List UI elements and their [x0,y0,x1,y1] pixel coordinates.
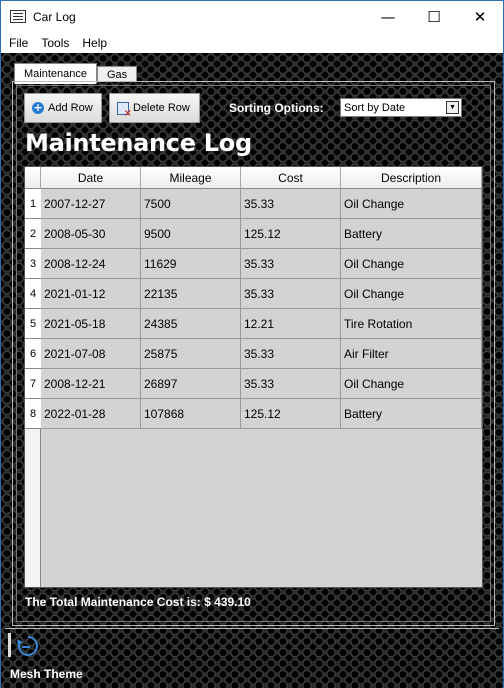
add-icon: + [32,101,44,114]
title-bar[interactable]: Car Log — ☐ ✕ [1,1,503,32]
sort-select[interactable]: Sort by Date ▼ [340,98,462,117]
delete-icon [117,101,132,119]
close-button[interactable]: ✕ [457,1,503,32]
cell-description[interactable]: Battery [341,219,482,249]
cell-cost[interactable]: 35.33 [241,369,341,399]
cell-mileage[interactable]: 9500 [141,219,241,249]
cell-date[interactable]: 2021-01-12 [41,279,141,309]
chevron-down-icon[interactable]: ▼ [446,101,459,114]
cell-mileage[interactable]: 7500 [141,189,241,219]
row-header[interactable]: 1 [25,189,41,219]
cell-description[interactable]: Battery [341,399,482,429]
corner-header[interactable] [25,167,41,189]
minimize-button[interactable]: — [365,1,411,32]
splitter-handle[interactable] [8,633,11,657]
menu-bar: File Tools Help [1,32,503,53]
cell-cost[interactable]: 125.12 [241,399,341,429]
cell-cost[interactable]: 12.21 [241,309,341,339]
cell-description[interactable]: Oil Change [341,369,482,399]
menu-file[interactable]: File [1,36,33,50]
row-header[interactable]: 3 [25,249,41,279]
cell-mileage[interactable]: 22135 [141,279,241,309]
maintenance-table: Date Mileage Cost Description 1 2007-12-… [24,166,483,588]
divider [5,628,499,629]
cell-description[interactable]: Oil Change [341,279,482,309]
column-header-cost[interactable]: Cost [241,167,341,189]
delete-row-button[interactable]: Delete Row [109,93,200,123]
main-window: Car Log — ☐ ✕ File Tools Help Maintenanc… [0,0,504,688]
cell-date[interactable]: 2008-12-24 [41,249,141,279]
cell-mileage[interactable]: 25875 [141,339,241,369]
row-header[interactable]: 5 [25,309,41,339]
menu-tools[interactable]: Tools [33,36,74,50]
row-header[interactable]: 8 [25,399,41,429]
sort-select-value: Sort by Date [344,101,406,114]
cell-cost[interactable]: 35.33 [241,249,341,279]
row-header[interactable]: 7 [25,369,41,399]
cell-date[interactable]: 2021-05-18 [41,309,141,339]
menu-help[interactable]: Help [74,36,112,50]
cell-date[interactable]: 2008-05-30 [41,219,141,249]
cell-cost[interactable]: 125.12 [241,219,341,249]
cell-date[interactable]: 2021-07-08 [41,339,141,369]
cell-mileage[interactable]: 24385 [141,309,241,339]
page-title: Maintenance Log [25,129,252,157]
cell-cost[interactable]: 35.33 [241,189,341,219]
cell-description[interactable]: Tire Rotation [341,309,482,339]
column-header-mileage[interactable]: Mileage [141,167,241,189]
column-header-description[interactable]: Description [341,167,482,189]
cell-cost[interactable]: 35.33 [241,279,341,309]
theme-switch-icon[interactable] [14,633,42,659]
cell-description[interactable]: Air Filter [341,339,482,369]
row-header[interactable]: 4 [25,279,41,309]
cell-description[interactable]: Oil Change [341,189,482,219]
cell-date[interactable]: 2008-12-21 [41,369,141,399]
add-row-button[interactable]: + Add Row [24,93,102,123]
row-header[interactable]: 2 [25,219,41,249]
sorting-options-label: Sorting Options: [229,101,324,115]
app-icon [10,10,26,23]
add-row-label: Add Row [48,102,93,114]
theme-label: Mesh Theme [10,667,83,681]
window-title: Car Log [33,9,76,24]
delete-row-label: Delete Row [133,102,190,114]
cell-mileage[interactable]: 107868 [141,399,241,429]
cell-mileage[interactable]: 26897 [141,369,241,399]
cell-date[interactable]: 2022-01-28 [41,399,141,429]
total-cost-text: The Total Maintenance Cost is: $ 439.10 [25,595,251,609]
cell-description[interactable]: Oil Change [341,249,482,279]
cell-date[interactable]: 2007-12-27 [41,189,141,219]
tab-gas[interactable]: Gas [97,66,138,82]
window-controls: — ☐ ✕ [365,1,503,32]
cell-cost[interactable]: 35.33 [241,339,341,369]
maximize-button[interactable]: ☐ [411,1,457,32]
row-header[interactable]: 6 [25,339,41,369]
column-header-date[interactable]: Date [41,167,141,189]
cell-mileage[interactable]: 11629 [141,249,241,279]
